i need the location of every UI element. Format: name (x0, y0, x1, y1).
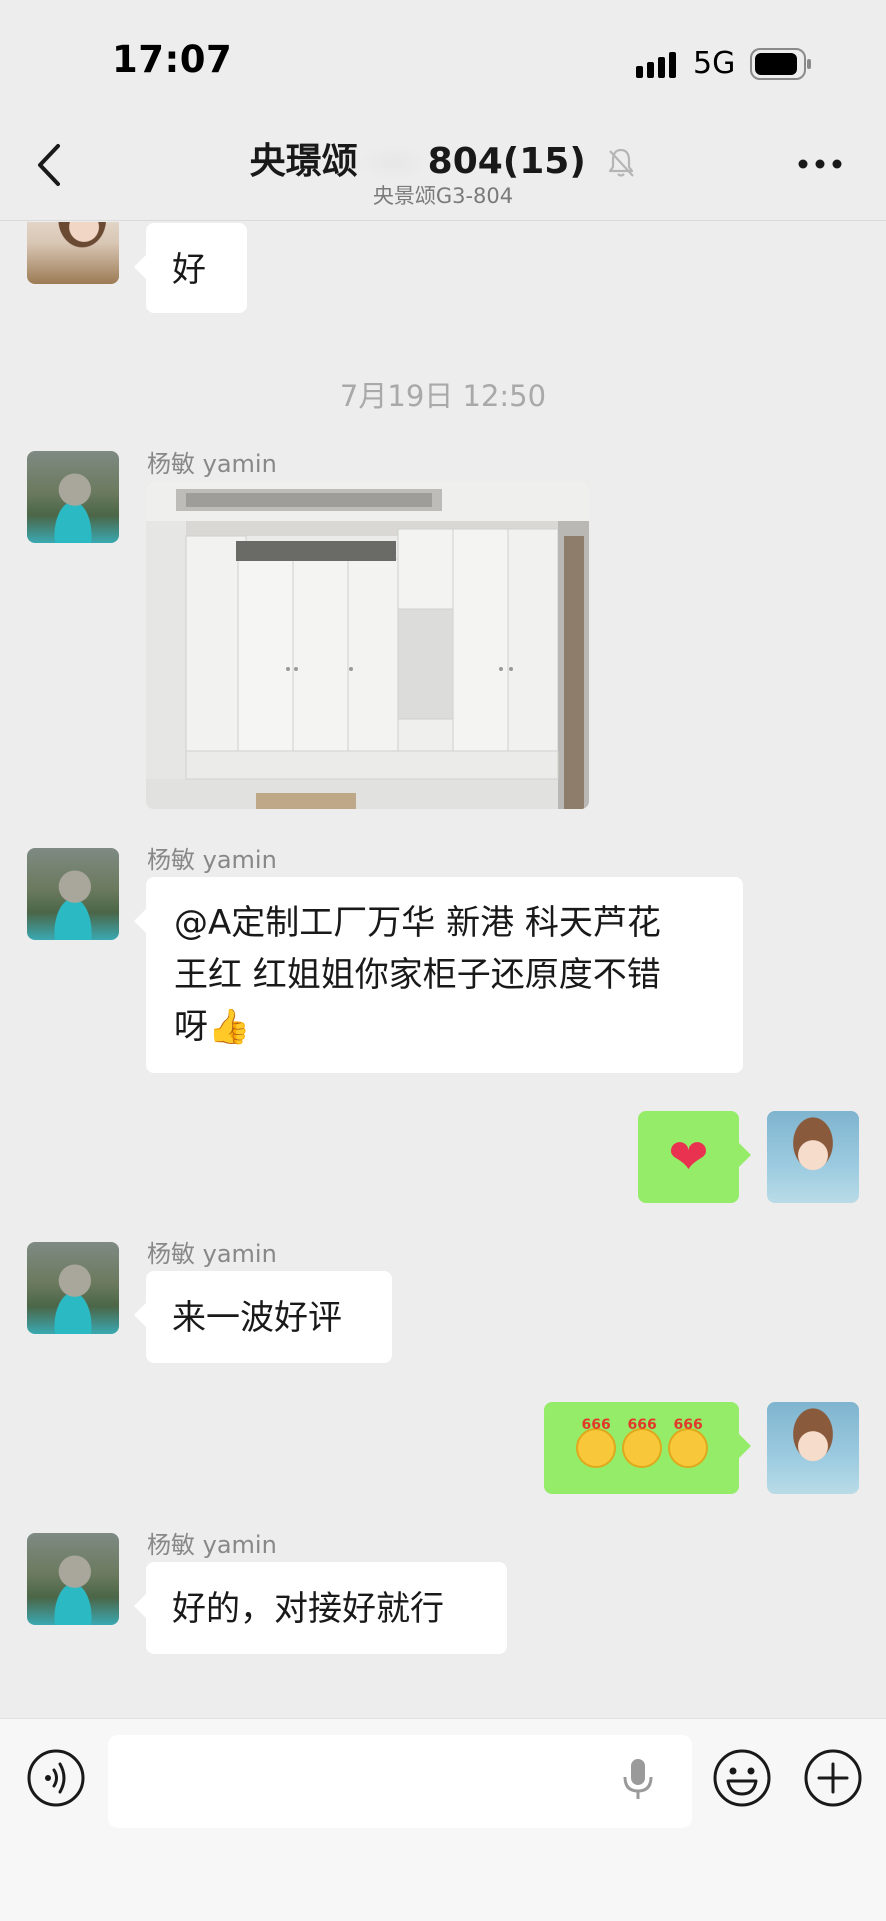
signal-icon (636, 52, 676, 78)
voice-icon (27, 1749, 85, 1807)
emoji-666-icon: 666 (575, 1418, 616, 1468)
emoji-666-icon: 666 (667, 1418, 708, 1468)
message-bubble[interactable]: 666 666 666 (544, 1402, 751, 1494)
sender-name: 杨敏 yamin (147, 450, 277, 478)
sender-name: 杨敏 yamin (147, 846, 277, 874)
battery-icon (750, 48, 811, 80)
more-button[interactable] (798, 155, 848, 185)
message-text: 好 (172, 250, 206, 290)
chat-title-suffix: 804(15) (427, 141, 586, 182)
avatar[interactable] (27, 451, 119, 543)
title-blur (357, 145, 428, 181)
chat-title-text: 央璟颂 (249, 141, 358, 182)
avatar[interactable] (27, 1242, 119, 1334)
avatar[interactable] (27, 848, 119, 940)
voice-button[interactable] (26, 1748, 86, 1812)
message-bubble[interactable]: 好的，对接好就行 (134, 1562, 507, 1654)
microphone-icon (623, 1759, 653, 1799)
message-text: 好的，对接好就行 (172, 1589, 444, 1629)
chat-subtitle: 央景颂G3-804 (372, 184, 514, 208)
mute-bell-icon (609, 148, 635, 177)
wardrobe-photo (146, 481, 589, 809)
message-text: 来一波好评 (172, 1298, 342, 1338)
more-actions-button[interactable] (803, 1748, 863, 1812)
chat-title: 央璟颂 804(15) (0, 132, 886, 184)
message-bubble[interactable]: @A定制工厂万华 新港 科天芦花 王红 红姐姐你家柜子还原度不错 呀👍 (134, 877, 743, 1073)
heart-icon: ❤ (668, 1129, 709, 1185)
emoji-666-icon: 666 (621, 1418, 662, 1468)
network-label: 5G (693, 46, 736, 81)
message-line: 王红 红姐姐你家柜子还原度不错 (174, 955, 661, 995)
more-dots-icon (798, 159, 842, 169)
message-input[interactable] (108, 1735, 692, 1828)
avatar[interactable] (27, 1533, 119, 1625)
emoji-icon (713, 1749, 771, 1807)
message-line: @A定制工厂万华 新港 科天芦花 (174, 903, 661, 943)
image-message[interactable] (146, 481, 589, 809)
sender-name: 杨敏 yamin (147, 1240, 277, 1268)
message-bubble[interactable]: ❤ (638, 1111, 751, 1203)
emoji-button[interactable] (712, 1748, 772, 1812)
avatar[interactable] (767, 1111, 859, 1203)
status-time: 17:07 (112, 38, 233, 81)
message-line: 呀👍 (174, 1007, 251, 1047)
message-bubble[interactable]: 好 (134, 223, 247, 313)
avatar[interactable] (767, 1402, 859, 1494)
plus-icon (804, 1749, 862, 1807)
timestamp: 7月19日 12:50 (339, 379, 547, 413)
message-bubble[interactable]: 来一波好评 (134, 1271, 392, 1363)
microphone-button[interactable] (620, 1757, 656, 1805)
sender-name: 杨敏 yamin (147, 1531, 277, 1559)
header-divider (0, 220, 886, 221)
